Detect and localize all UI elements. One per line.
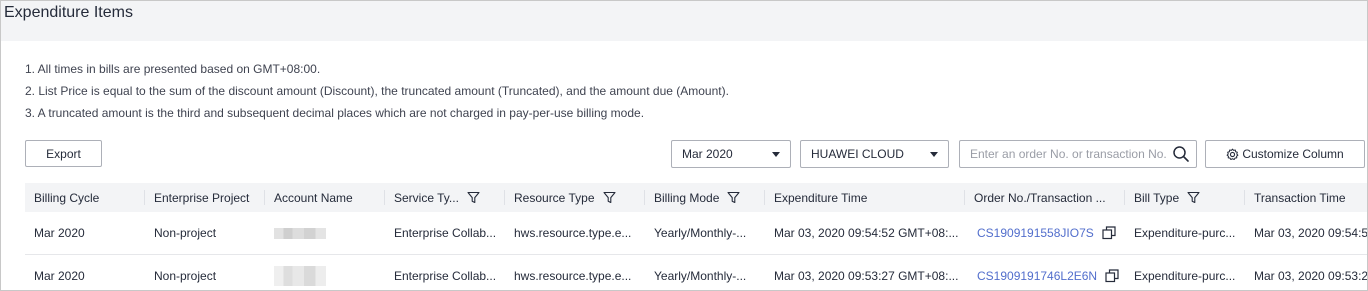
copy-icon[interactable] <box>1102 226 1116 240</box>
order-number-link[interactable]: CS1909191746L2E6N <box>977 269 1097 283</box>
customize-column-label: Customize Column <box>1242 147 1344 161</box>
notes-list: 1. All times in bills are presented base… <box>25 61 729 127</box>
caret-down-icon <box>772 151 780 157</box>
customize-column-button[interactable]: Customize Column <box>1205 140 1365 168</box>
search-input[interactable] <box>970 147 1170 161</box>
cell-service-type: Enterprise Collab... <box>394 269 497 283</box>
column-header-expenditure-time: Expenditure Time <box>774 190 868 205</box>
cell-order-no: CS1909191558JIO7S <box>965 212 1125 254</box>
export-button[interactable]: Export <box>25 140 102 167</box>
cell-enterprise-project: Non-project <box>154 226 217 240</box>
masked-account-name <box>274 227 326 239</box>
search-box <box>959 140 1197 168</box>
expenditure-items-panel: Expenditure Items 1. All times in bills … <box>0 0 1368 291</box>
column-divider[interactable] <box>1124 190 1125 205</box>
table-row: Mar 2020 Non-project Enterprise Collab..… <box>25 255 1368 290</box>
cell-transaction-time: Mar 03, 2020 09:54:5 <box>1254 226 1368 240</box>
cell-transaction-time: Mar 03, 2020 09:53:2 <box>1254 269 1368 283</box>
cell-order-no: CS1909191746L2E6N <box>965 255 1125 290</box>
column-divider[interactable] <box>144 190 145 205</box>
page-title: Expenditure Items <box>4 4 133 21</box>
column-divider[interactable] <box>264 190 265 205</box>
funnel-filter-icon[interactable] <box>1187 191 1200 204</box>
billing-month-value: Mar 2020 <box>682 147 733 161</box>
cell-account-name <box>265 212 385 254</box>
funnel-filter-icon[interactable] <box>727 191 740 204</box>
table-row: Mar 2020 Non-project Enterprise Collab..… <box>25 212 1368 255</box>
billing-month-select[interactable]: Mar 2020 <box>671 140 791 168</box>
column-divider[interactable] <box>644 190 645 205</box>
column-header-bill-type: Bill Type <box>1125 183 1245 212</box>
column-header-account-name: Account Name <box>274 190 353 205</box>
column-header-transaction-time: Transaction Time <box>1254 190 1346 205</box>
copy-icon[interactable] <box>1105 269 1119 283</box>
note-item: 1. All times in bills are presented base… <box>25 62 321 76</box>
gear-icon <box>1226 148 1239 160</box>
cell-resource-type: hws.resource.type.e... <box>514 226 632 240</box>
title-bar: Expenditure Items <box>1 1 1367 41</box>
caret-down-icon <box>930 151 938 157</box>
cloud-value: HUAWEI CLOUD <box>811 147 904 161</box>
column-header-resource-type: Resource Type <box>505 183 645 212</box>
cell-expenditure-time: Mar 03, 2020 09:54:52 GMT+08:... <box>774 226 959 240</box>
column-divider[interactable] <box>1244 190 1245 205</box>
cell-billing-mode: Yearly/Monthly-... <box>654 226 747 240</box>
masked-account-name <box>274 266 326 286</box>
cell-bill-type: Expenditure-purc... <box>1134 226 1236 240</box>
table-header: Billing Cycle Enterprise Project Account… <box>25 183 1367 212</box>
cloud-select[interactable]: HUAWEI CLOUD <box>800 140 949 168</box>
funnel-filter-icon[interactable] <box>602 191 616 204</box>
column-header-billing-cycle: Billing Cycle <box>34 190 100 205</box>
cell-service-type: Enterprise Collab... <box>394 226 497 240</box>
cell-account-name <box>265 255 385 290</box>
column-divider[interactable] <box>504 190 505 205</box>
column-divider[interactable] <box>384 190 385 205</box>
cell-billing-mode: Yearly/Monthly-... <box>654 269 747 283</box>
column-divider[interactable] <box>964 190 965 205</box>
cell-billing-cycle: Mar 2020 <box>34 226 85 240</box>
column-header-service-type: Service Ty... <box>385 183 505 212</box>
note-item: 2. List Price is equal to the sum of the… <box>25 84 729 98</box>
cell-billing-cycle: Mar 2020 <box>34 269 85 283</box>
cell-resource-type: hws.resource.type.e... <box>514 269 632 283</box>
cell-expenditure-time: Mar 03, 2020 09:53:27 GMT+08:... <box>774 269 959 283</box>
expenditure-table: Billing Cycle Enterprise Project Account… <box>25 183 1368 290</box>
search-icon[interactable] <box>1172 145 1190 163</box>
note-item: 3. A truncated amount is the third and s… <box>25 106 645 120</box>
column-header-enterprise-project: Enterprise Project <box>154 190 250 205</box>
column-header-billing-mode: Billing Mode <box>645 183 765 212</box>
column-divider[interactable] <box>764 190 765 205</box>
column-header-order-no: Order No./Transaction ... <box>974 190 1106 205</box>
order-number-link[interactable]: CS1909191558JIO7S <box>977 226 1094 240</box>
cell-enterprise-project: Non-project <box>154 269 217 283</box>
funnel-filter-icon[interactable] <box>467 191 480 204</box>
cell-bill-type: Expenditure-purc... <box>1134 269 1236 283</box>
